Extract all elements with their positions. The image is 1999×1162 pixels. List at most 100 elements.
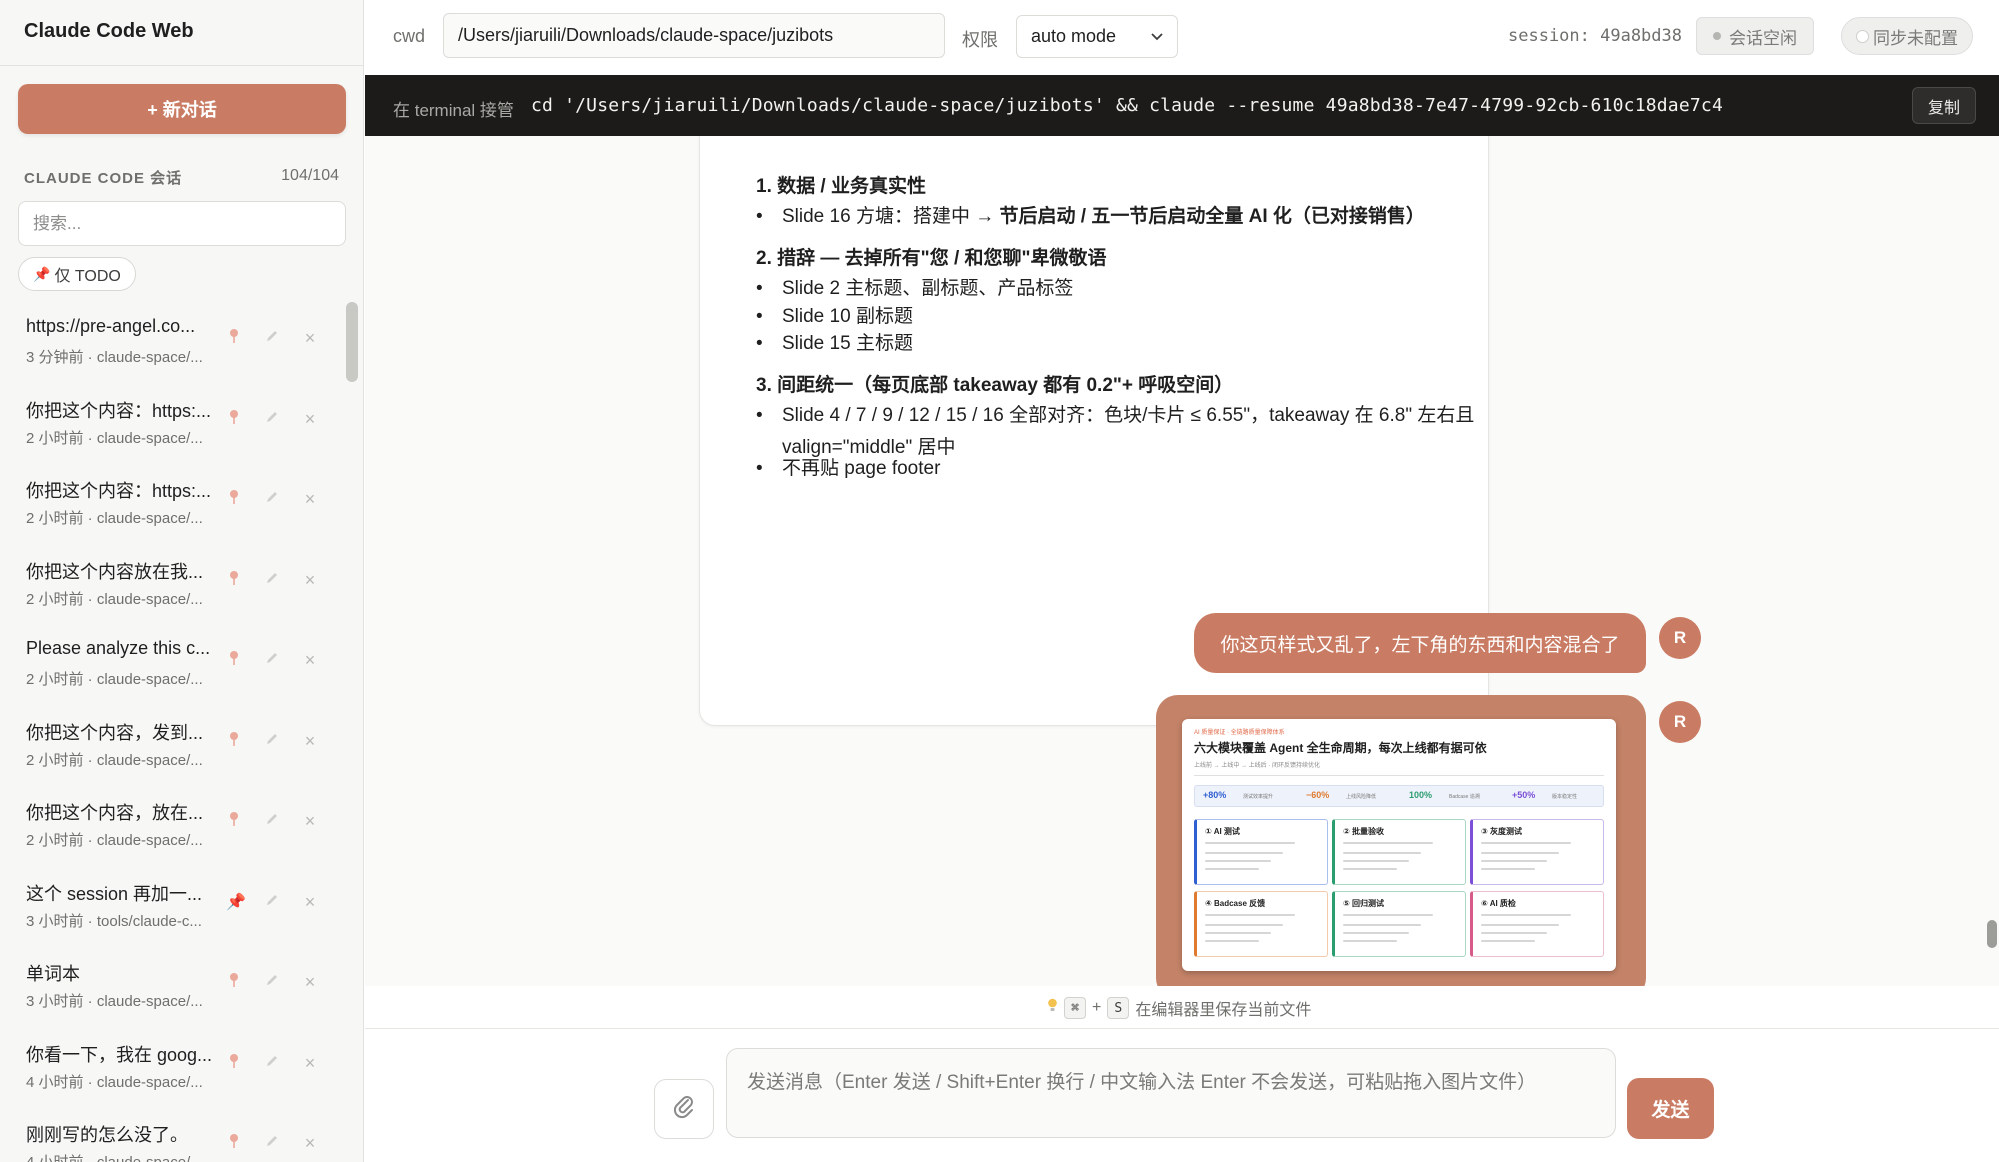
edit-icon[interactable] [264,812,280,831]
slide-card-line [1481,914,1571,916]
edit-icon[interactable] [264,651,280,670]
session-item[interactable]: 这个 session 再加一... 3 小时前 · tools/claude-c.… [0,862,344,942]
session-search-input[interactable] [18,201,346,246]
keyboard-hint: ⌘ + S 在编辑器里保存当前文件 [1047,996,1311,1020]
pin-icon[interactable] [226,1053,242,1074]
session-actions: × [226,1053,318,1074]
slide-card-line [1205,852,1283,854]
session-item[interactable]: 你把这个内容，放在... 2 小时前 · claude-space/... × [0,781,344,861]
slide-screenshot-image[interactable]: AI 质量保证 · 全链路质量保障体系 六大模块覆盖 Agent 全生命周期，每… [1182,719,1616,971]
close-icon[interactable]: × [302,731,318,752]
edit-icon[interactable] [264,1054,280,1073]
permission-mode-select[interactable]: auto mode [1016,15,1178,58]
session-item[interactable]: 你把这个内容放在我... 2 小时前 · claude-space/... × [0,540,344,620]
edit-icon[interactable] [264,973,280,992]
slide-card-line [1343,868,1397,870]
todo-filter-chip[interactable]: 📌 仅 TODO [18,257,136,291]
attach-file-button[interactable] [654,1079,714,1139]
session-item[interactable]: Please analyze this c... 2 小时前 · claude-s… [0,620,344,700]
slide-module-card: ④ Badcase 反馈 [1194,891,1328,957]
sidebar-divider [0,65,364,66]
copy-command-button[interactable]: 复制 [1912,87,1976,124]
close-icon[interactable]: × [302,328,318,349]
slide-stat-label: Badcase 追溯 [1449,794,1480,800]
session-item[interactable]: 单词本 3 小时前 · claude-space/... × [0,942,344,1022]
edit-icon[interactable] [264,329,280,348]
session-actions: × [226,409,318,430]
close-icon[interactable]: × [302,1133,318,1154]
pin-icon[interactable] [226,328,242,349]
user-image-message: AI 质量保证 · 全链路质量保障体系 六大模块覆盖 Agent 全生命周期，每… [1156,695,1646,986]
slide-module-card: ⑤ 回归测试 [1332,891,1466,957]
session-item[interactable]: 你把这个内容：https:... 2 小时前 · claude-space/...… [0,459,344,539]
session-item[interactable]: 你把这个内容，发到... 2 小时前 · claude-space/... × [0,701,344,781]
sync-label: 同步未配置 [1873,28,1958,48]
pin-icon[interactable] [226,731,242,752]
edit-icon[interactable] [264,490,280,509]
session-actions: × [226,328,318,349]
pin-icon[interactable] [226,972,242,993]
close-icon[interactable]: × [302,1053,318,1074]
cwd-label: cwd [393,26,426,46]
slide-card-line [1205,860,1271,862]
session-item[interactable]: https://pre-angel.co... 3 分钟前 · claude-sp… [0,298,344,378]
pin-icon[interactable] [226,570,242,591]
pin-icon[interactable] [226,650,242,671]
chat-scrollbar[interactable] [1987,920,1997,948]
session-item[interactable]: 你把这个内容：https:... 2 小时前 · claude-space/...… [0,379,344,459]
section-heading: 1. 数据 / 业务真实性 [756,176,926,197]
slide-card-line [1205,940,1259,942]
user-avatar: R [1659,701,1701,743]
message-input[interactable] [726,1048,1616,1138]
sync-status-toggle[interactable]: 同步未配置 [1841,17,1973,55]
sidebar: Claude Code Web + 新对话 CLAUDE CODE 会话 104… [0,0,364,1162]
edit-icon[interactable] [264,571,280,590]
close-icon[interactable]: × [302,409,318,430]
session-title: 你把这个内容：https:... [26,400,212,421]
close-icon[interactable]: × [302,811,318,832]
session-meta: 3 小时前 · claude-space/... [26,993,203,1010]
close-icon[interactable]: × [302,972,318,993]
close-icon[interactable]: × [302,650,318,671]
bullet-text: Slide 4 / 7 / 9 / 12 / 15 / 16 全部对齐：色块/卡… [782,405,1475,426]
slide-subtitle: 上线前 → 上线中 → 上线后 · 闭环反馈持续优化 [1194,763,1321,769]
slide-stat-value: 100% [1409,790,1433,800]
pin-icon[interactable] [226,409,242,430]
slide-module-card: ③ 灰度测试 [1470,819,1604,885]
slide-card-title: ⑤ 回归测试 [1343,899,1384,908]
bullet-text: Slide 16 方塘：搭建中 → [782,206,1000,227]
session-actions: × [226,811,318,832]
session-item[interactable]: 刚刚写的怎么没了。 4 小时前 · claude-space/... × [0,1103,344,1162]
cwd-input[interactable] [443,13,945,58]
new-chat-button[interactable]: + 新对话 [18,84,346,134]
session-meta: 4 小时前 · claude-space/... [26,1151,222,1162]
edit-icon[interactable] [264,1134,280,1153]
terminal-prefix: 在 terminal 接管 [393,101,514,120]
sessions-heading: CLAUDE CODE 会话 [24,170,183,187]
slide-card-line [1481,932,1547,934]
session-item[interactable]: 你看一下，我在 goog... 4 小时前 · claude-space/... × [0,1023,344,1103]
sidebar-scrollbar[interactable] [346,302,358,382]
pin-icon[interactable] [226,489,242,510]
terminal-takeover-bar: 在 terminal 接管 cd '/Users/jiaruili/Downlo… [365,75,1999,136]
session-id-label: session: 49a8bd38 [1508,26,1682,46]
close-icon[interactable]: × [302,570,318,591]
pin-icon[interactable] [226,811,242,832]
close-icon[interactable]: × [302,892,318,913]
session-meta: 2 小时前 · claude-space/... [26,751,203,769]
edit-icon[interactable] [264,893,280,912]
pin-icon[interactable]: 📌 [226,892,246,912]
lightbulb-icon [1047,998,1058,1018]
pin-icon[interactable] [226,1133,242,1154]
close-icon[interactable]: × [302,489,318,510]
edit-icon[interactable] [264,410,280,429]
send-button[interactable]: 发送 [1627,1078,1714,1139]
slide-card-title: ⑥ AI 质检 [1481,899,1516,908]
slide-title: 六大模块覆盖 Agent 全生命周期，每次上线都有据可依 [1194,741,1487,755]
edit-icon[interactable] [264,732,280,751]
bullet-text: Slide 10 副标题 [782,306,913,327]
slide-card-title: ④ Badcase 反馈 [1205,899,1266,908]
toggle-knob-icon [1856,29,1869,43]
slide-card-line [1481,860,1547,862]
slide-stats-bar: +80% 测试效率提升 −60% 上线风险降低 100% Badcase 追溯 +50% 版本… [1194,785,1604,807]
